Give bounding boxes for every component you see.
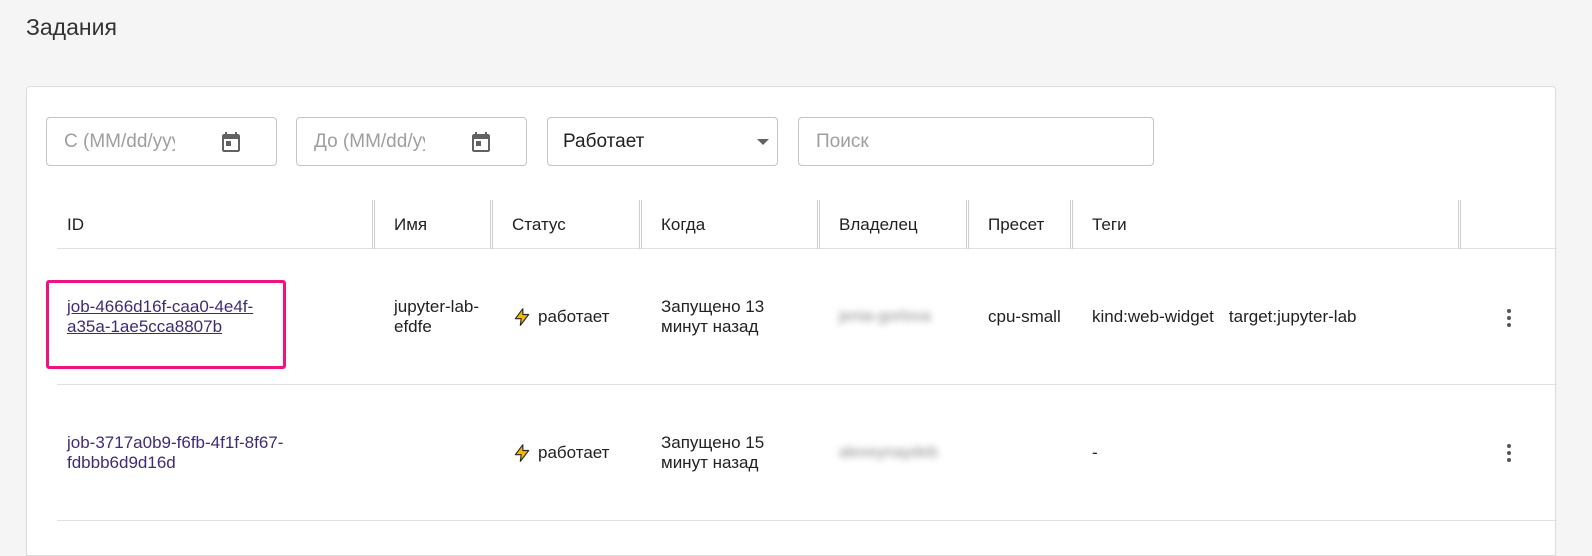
when-line: Запущено 15 <box>661 432 765 452</box>
column-header-id[interactable]: ID <box>67 200 84 249</box>
tag-chip: target:jupyter-lab <box>1228 307 1357 326</box>
owner-name-blurred: jenia-gorlova <box>839 308 931 325</box>
more-vert-icon[interactable] <box>1497 441 1521 465</box>
jobs-card: С (MM/dd/yyyy) До (MM/dd/yyyy) Работает … <box>26 86 1557 556</box>
column-divider[interactable] <box>817 200 820 249</box>
job-tags-cell: - <box>1092 385 1098 520</box>
column-header-status[interactable]: Статус <box>512 200 566 249</box>
job-id-line: job-3717a0b9-f6fb-4f1f-8f67- <box>67 432 284 452</box>
status-select[interactable]: Работает <box>547 117 778 166</box>
column-header-name[interactable]: Имя <box>394 200 427 249</box>
preset-text: cpu-small <box>988 307 1061 326</box>
when-line: минут назад <box>661 317 759 336</box>
job-tags-cell: kind:web-widget target:jupyter-lab <box>1092 250 1371 384</box>
highlight-box <box>46 280 286 369</box>
from-date-field[interactable]: С (MM/dd/yyyy) <box>46 117 277 166</box>
column-divider[interactable] <box>1070 200 1073 249</box>
lightning-icon <box>514 443 530 462</box>
column-divider[interactable] <box>490 200 493 249</box>
job-when-cell: Запущено 13 минут назад <box>661 250 764 384</box>
job-owner-cell: alexeynaydeb <box>839 385 938 520</box>
column-header-when[interactable]: Когда <box>661 200 705 249</box>
search-input[interactable]: Поиск <box>798 117 1154 166</box>
to-date-placeholder: До (MM/dd/yyyy) <box>314 130 425 152</box>
job-owner-cell: jenia-gorlova <box>839 250 931 384</box>
to-date-field[interactable]: До (MM/dd/yyyy) <box>296 117 527 166</box>
job-name-line: jupyter-lab- <box>394 297 480 316</box>
column-header-preset[interactable]: Пресет <box>988 200 1044 249</box>
status-text: работает <box>538 307 610 326</box>
when-line: Запущено 13 <box>661 297 765 316</box>
when-line: минут назад <box>661 452 759 472</box>
job-name-line: efdfe <box>394 317 432 336</box>
job-when-cell: Запущено 15 минут назад <box>661 385 764 520</box>
column-divider[interactable] <box>639 200 642 249</box>
job-status-cell: работает <box>512 250 609 384</box>
table-row: job-3717a0b9-f6fb-4f1f-8f67- fdbbb6d9d16… <box>57 385 1557 521</box>
job-status-cell: работает <box>512 385 609 520</box>
job-id-link[interactable]: job-3717a0b9-f6fb-4f1f-8f67- fdbbb6d9d16… <box>67 433 283 473</box>
job-id-cell: job-3717a0b9-f6fb-4f1f-8f67- fdbbb6d9d16… <box>67 385 283 520</box>
job-preset-cell: cpu-small <box>988 250 1061 384</box>
column-header-tags[interactable]: Теги <box>1092 200 1127 249</box>
job-id-line: fdbbb6d9d16d <box>67 452 176 472</box>
tags-empty: - <box>1092 442 1098 462</box>
from-date-placeholder: С (MM/dd/yyyy) <box>64 130 175 152</box>
tag-chip: kind:web-widget <box>1092 307 1214 326</box>
column-divider[interactable] <box>372 200 375 249</box>
owner-name-blurred: alexeynaydeb <box>839 443 938 461</box>
more-vert-icon[interactable] <box>1497 306 1521 330</box>
status-select-value: Работает <box>563 130 645 152</box>
column-divider[interactable] <box>966 200 969 249</box>
lightning-icon <box>514 308 530 326</box>
column-header-owner[interactable]: Владелец <box>839 200 918 249</box>
calendar-icon[interactable] <box>219 130 243 154</box>
page-title: Задания <box>26 14 117 40</box>
table-header: ID Имя Статус Когда Владелец Пресет Теги <box>57 200 1557 249</box>
status-text: работает <box>538 442 610 462</box>
chevron-down-icon <box>757 139 769 145</box>
job-name-cell: jupyter-lab- efdfe <box>394 250 479 384</box>
calendar-icon[interactable] <box>469 130 493 154</box>
search-placeholder: Поиск <box>816 130 869 152</box>
column-divider[interactable] <box>1458 200 1461 249</box>
